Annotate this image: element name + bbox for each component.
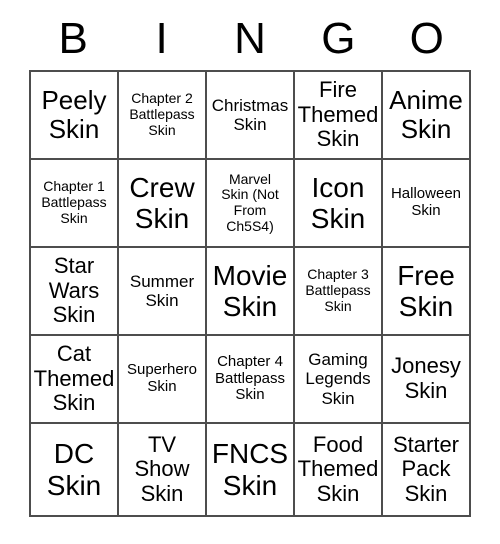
bingo-cell-r2c1[interactable]: Chapter 1 Battlepass Skin	[31, 160, 119, 248]
bingo-cell-r3c4[interactable]: Chapter 3 Battlepass Skin	[295, 248, 383, 336]
bingo-cell-r5c5[interactable]: Starter Pack Skin	[383, 424, 471, 517]
bingo-cell-r4c5[interactable]: Jonesy Skin	[383, 336, 471, 424]
bingo-header-letter-o: O	[409, 14, 444, 63]
bingo-cell-label: Movie Skin	[212, 259, 288, 322]
bingo-cell-r3c1[interactable]: Star Wars Skin	[31, 248, 119, 336]
bingo-header-letter-b: B	[58, 14, 88, 63]
bingo-cell-r3c5[interactable]: Free Skin	[383, 248, 471, 336]
bingo-header-letter-n: N	[234, 14, 266, 63]
bingo-cell-label: Superhero Skin	[126, 361, 198, 395]
bingo-header-letter-g: G	[321, 14, 356, 63]
bingo-cell-label: Chapter 4 Battlepass Skin	[214, 352, 286, 404]
bingo-header-letter-i: I	[155, 14, 168, 63]
bingo-cell-label: Food Themed Skin	[297, 431, 379, 506]
bingo-cell-label: Free Skin	[397, 259, 455, 322]
bingo-cell-r2c4[interactable]: Icon Skin	[295, 160, 383, 248]
bingo-cell-label: Chapter 1 Battlepass Skin	[41, 178, 107, 226]
bingo-cell-r5c4[interactable]: Food Themed Skin	[295, 424, 383, 517]
bingo-cell-label: Halloween Skin	[390, 185, 462, 219]
bingo-cell-label: Christmas Skin	[211, 95, 289, 134]
bingo-cell-r2c3[interactable]: Marvel Skin (Not From Ch5S4)	[207, 160, 295, 248]
bingo-cell-label: Chapter 3 Battlepass Skin	[305, 266, 371, 314]
bingo-cell-r1c4[interactable]: Fire Themed Skin	[295, 72, 383, 160]
bingo-cell-r1c2[interactable]: Chapter 2 Battlepass Skin	[119, 72, 207, 160]
bingo-cell-r2c5[interactable]: Halloween Skin	[383, 160, 471, 248]
bingo-cell-r1c1[interactable]: Peely Skin	[31, 72, 119, 160]
bingo-cell-label: Marvel Skin (Not From Ch5S4)	[221, 170, 279, 234]
bingo-cell-label: Crew Skin	[129, 171, 195, 234]
bingo-cell-r4c1[interactable]: Cat Themed Skin	[31, 336, 119, 424]
bingo-cell-label: Jonesy Skin	[391, 353, 461, 403]
bingo-cell-label: DC Skin	[46, 438, 102, 501]
bingo-cell-r1c3[interactable]: Christmas Skin	[207, 72, 295, 160]
bingo-header-row: BINGO	[29, 8, 471, 70]
bingo-grid: Peely Skin Chapter 2 Battlepass Skin Chris…	[29, 70, 471, 517]
bingo-cell-label: Fire Themed Skin	[297, 77, 379, 152]
bingo-cell-r2c2[interactable]: Crew Skin	[119, 160, 207, 248]
bingo-cell-r5c3[interactable]: FNCS Skin	[207, 424, 295, 517]
bingo-cell-label: Starter Pack Skin	[392, 431, 460, 506]
bingo-cell-r3c3[interactable]: Movie Skin	[207, 248, 295, 336]
bingo-cell-r4c4[interactable]: Gaming Legends Skin	[295, 336, 383, 424]
bingo-cell-label: Star Wars Skin	[48, 253, 100, 328]
bingo-cell-r5c2[interactable]: TV Show Skin	[119, 424, 207, 517]
bingo-cell-label: Cat Themed Skin	[33, 341, 115, 416]
bingo-cell-label: Anime Skin	[389, 84, 463, 144]
bingo-cell-r3c2[interactable]: Summer Skin	[119, 248, 207, 336]
bingo-cell-label: Chapter 2 Battlepass Skin	[129, 90, 195, 138]
bingo-cell-label: TV Show Skin	[134, 431, 190, 506]
bingo-cell-label: Icon Skin	[310, 171, 366, 234]
bingo-cell-label: FNCS Skin	[211, 438, 289, 501]
bingo-card: B I N G O Peely Skin Chapter 2 Battlepass Ski…	[29, 8, 471, 517]
bingo-cell-r4c3[interactable]: Chapter 4 Battlepass Skin	[207, 336, 295, 424]
bingo-cell-r4c2[interactable]: Superhero Skin	[119, 336, 207, 424]
bingo-cell-label: Peely Skin	[41, 84, 107, 144]
bingo-cell-r1c5[interactable]: Anime Skin	[383, 72, 471, 160]
bingo-cell-label: Gaming Legends Skin	[305, 350, 371, 408]
bingo-cell-label: Summer Skin	[129, 271, 195, 310]
bingo-cell-r5c1[interactable]: DC Skin	[31, 424, 119, 517]
